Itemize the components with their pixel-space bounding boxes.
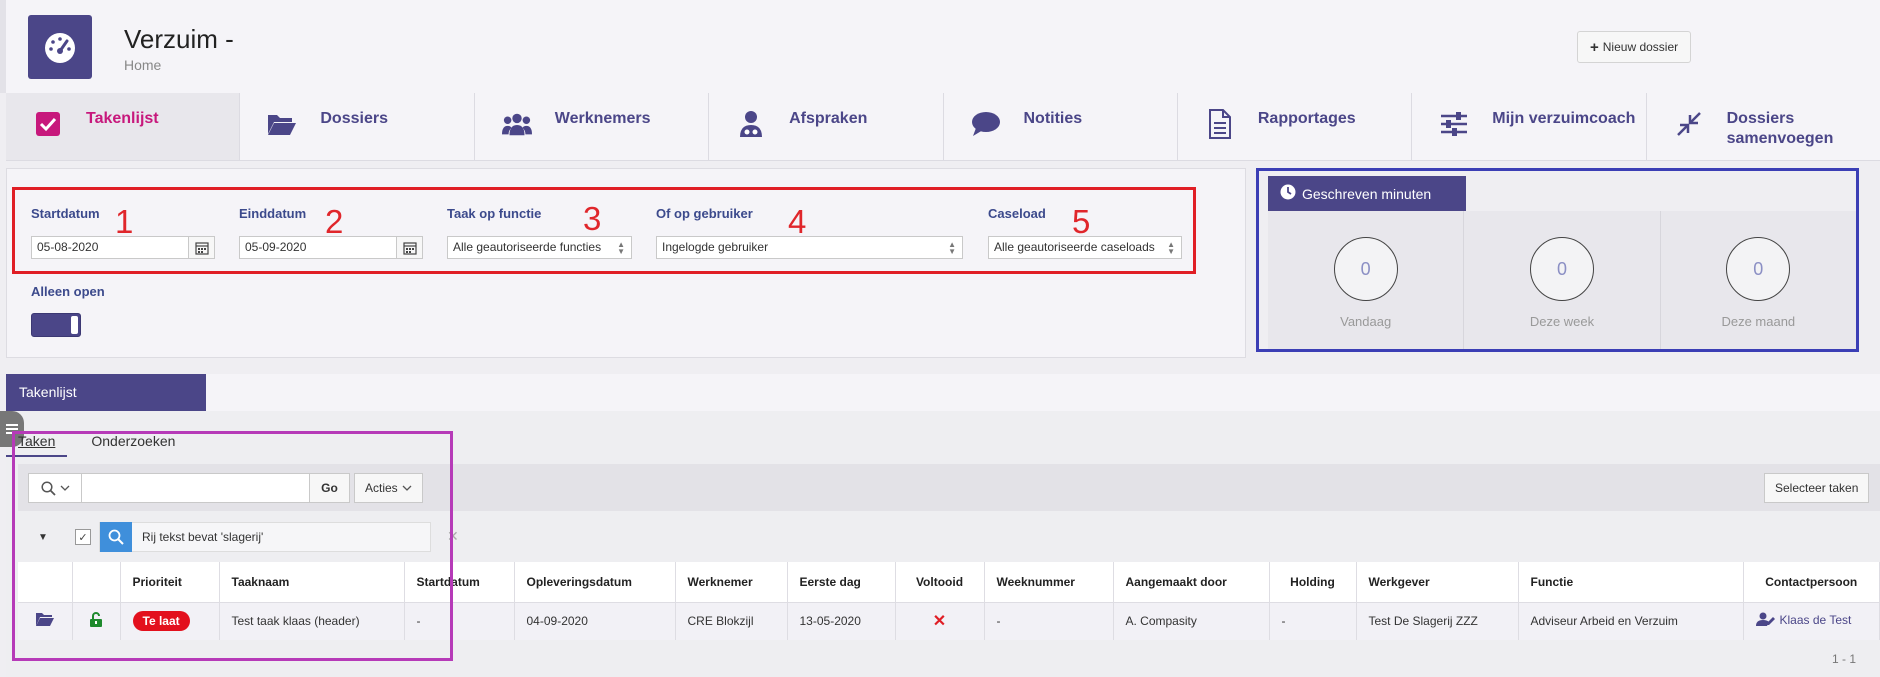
toggle-knob (71, 316, 78, 334)
document-icon (1205, 109, 1235, 139)
cross-icon: ✕ (932, 613, 947, 631)
nav-label: Dossiers (320, 110, 388, 127)
contactpersoon-link[interactable]: Klaas de Test (1755, 612, 1852, 627)
nav-label: Notities (1023, 110, 1083, 127)
alleen-open-toggle[interactable] (31, 313, 81, 337)
plus-icon: + (1590, 38, 1599, 56)
eerste-dag-cell: 13-05-2020 (787, 601, 896, 640)
nav-label: Mijn verzuimcoach (1492, 110, 1636, 127)
nav-label: Werknemers (554, 110, 651, 127)
nav-item-takenlijst[interactable]: Takenlijst (6, 93, 241, 160)
holding-cell: - (1269, 601, 1357, 640)
comment-icon (971, 109, 1001, 139)
nav-item-notities[interactable]: Notities (944, 93, 1178, 160)
new-dossier-label: Nieuw dossier (1602, 40, 1679, 54)
user-doctor-icon (736, 109, 766, 139)
col-voltooid[interactable]: Voltooid (895, 562, 985, 602)
annotation-box-blue (1256, 168, 1859, 352)
nav-label: Takenlijst (86, 110, 159, 127)
dashboard-gauge-icon (28, 15, 92, 79)
nav-item-mijn-verzuimcoach[interactable]: Mijn verzuimcoach (1412, 93, 1647, 160)
folder-open-icon (267, 109, 297, 139)
users-icon (501, 109, 532, 139)
selecteer-taken-button[interactable]: Selecteer taken (1764, 473, 1870, 503)
opleveringsdatum-cell: 04-09-2020 (514, 601, 676, 640)
functie-cell: Adviseur Arbeid en Verzuim (1518, 601, 1744, 640)
new-dossier-button[interactable]: + Nieuw dossier (1577, 31, 1692, 63)
col-opleveringsdatum[interactable]: Opleveringsdatum (514, 562, 676, 602)
voltooid-cell: ✕ (895, 601, 985, 640)
takenlijst-header-band (6, 374, 1880, 411)
col-weeknummer[interactable]: Weeknummer (984, 562, 1114, 602)
nav-item-dossiers-samenvoegen[interactable]: Dossiers samenvoegen (1647, 93, 1880, 160)
nav-label: Rapportages (1257, 110, 1356, 127)
contactpersoon-name: Klaas de Test (1779, 612, 1852, 627)
nav-item-werknemers[interactable]: Werknemers (475, 93, 710, 160)
user-edit-icon (1755, 612, 1775, 627)
col-aangemaakt-door[interactable]: Aangemaakt door (1113, 562, 1270, 602)
nav-label: Dossiers samenvoegen (1726, 110, 1834, 147)
page-title: Verzuim - (124, 24, 234, 54)
nav-label: Afspraken (789, 110, 868, 127)
annotation-box-purple (12, 431, 453, 661)
aangemaakt-door-cell: A. Compasity (1113, 601, 1270, 640)
werknemer-cell: CRE Blokzijl (675, 601, 788, 640)
app-header: Verzuim - Home + Nieuw dossier (0, 0, 1880, 93)
main-nav: Takenlijst Dossiers Werknemers Afspraken… (6, 93, 1880, 161)
nav-item-rapportages[interactable]: Rapportages (1178, 93, 1413, 160)
col-contactpersoon[interactable]: Contactpersoon (1743, 562, 1880, 602)
annotation-box-red (12, 187, 1196, 274)
takenlijst-tab[interactable]: Takenlijst (6, 374, 206, 411)
nav-item-dossiers[interactable]: Dossiers (240, 93, 475, 160)
contactpersoon-cell[interactable]: Klaas de Test (1743, 601, 1880, 640)
nav-item-afspraken[interactable]: Afspraken (709, 93, 944, 160)
checkbox-icon (33, 109, 63, 139)
sliders-icon (1439, 109, 1469, 139)
weeknummer-cell: - (984, 601, 1114, 640)
pagination-info: 1 - 1 (1832, 652, 1857, 666)
col-functie[interactable]: Functie (1518, 562, 1744, 602)
werkgever-cell: Test De Slagerij ZZZ (1356, 601, 1519, 640)
col-holding[interactable]: Holding (1269, 562, 1357, 602)
compress-icon (1674, 109, 1704, 139)
col-eerste-dag[interactable]: Eerste dag (787, 562, 896, 602)
breadcrumb: Home (124, 57, 162, 73)
col-werknemer[interactable]: Werknemer (675, 562, 788, 602)
col-werkgever[interactable]: Werkgever (1356, 562, 1519, 602)
alleen-open-label: Alleen open (31, 284, 105, 299)
